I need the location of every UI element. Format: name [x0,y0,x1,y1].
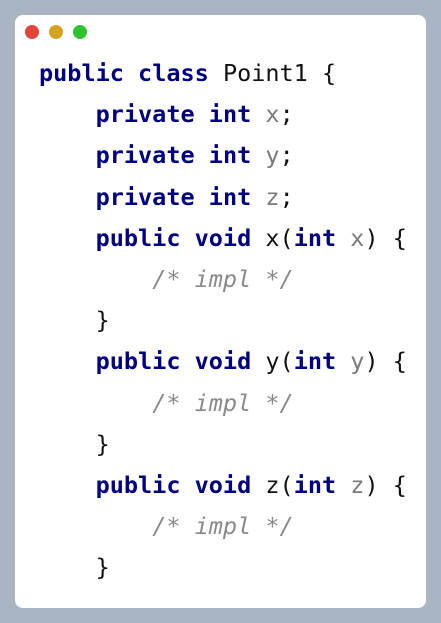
code-variable: z [350,470,365,499]
code-line: public class Point1 { [39,53,407,94]
code-block: public class Point1 { private int x; pri… [39,53,407,588]
minimize-button[interactable] [49,25,63,39]
code-text: } [95,429,110,458]
code-keyword: private [95,141,195,170]
code-text: } [95,306,110,335]
code-text: x( [251,223,294,252]
code-line: private int x; [39,94,407,135]
code-text: ) { [364,347,407,376]
code-line: public void y(int y) { [39,341,407,382]
code-comment: /* impl */ [152,264,294,293]
code-keyword: int [293,223,337,252]
code-line: } [39,424,407,465]
code-variable: y [265,141,280,170]
code-variable: y [350,347,365,376]
code-text: y( [251,347,294,376]
code-line: private int y; [39,135,407,176]
code-variable: z [265,182,280,211]
code-line: /* impl */ [39,506,407,547]
code-text: ) { [364,223,407,252]
code-keyword: private [95,182,195,211]
code-text: ; [279,100,294,129]
code-line: /* impl */ [39,383,407,424]
code-text: } [95,553,110,582]
code-keyword: int [293,470,337,499]
code-line: public void x(int x) { [39,218,407,259]
code-line: private int z; [39,177,407,218]
code-keyword: void [194,347,252,376]
code-text: ; [279,141,294,170]
code-keyword: int [208,100,252,129]
code-keyword: void [194,470,252,499]
code-comment: /* impl */ [152,388,294,417]
code-keyword: public [39,59,124,87]
code-keyword: class [138,59,209,87]
code-text: Point1 { [208,59,337,87]
code-text: ; [279,182,294,211]
code-keyword: public [95,470,181,499]
code-text: ) { [364,470,407,499]
code-keyword: int [208,141,252,170]
code-keyword: public [95,347,181,376]
maximize-button[interactable] [73,25,87,39]
code-line: /* impl */ [39,259,407,300]
code-variable: x [265,100,280,129]
code-keyword: void [194,223,252,252]
code-comment: /* impl */ [152,512,294,541]
code-line: } [39,300,407,341]
close-button[interactable] [25,25,39,39]
code-variable: x [350,223,365,252]
code-keyword: private [95,100,195,129]
code-keyword: int [208,182,252,211]
code-line: public void z(int z) { [39,465,407,506]
code-keyword: public [95,223,181,252]
code-keyword: int [293,347,337,376]
code-window: public class Point1 { private int x; pri… [15,15,426,608]
code-text: z( [251,470,294,499]
code-line: } [39,547,407,588]
